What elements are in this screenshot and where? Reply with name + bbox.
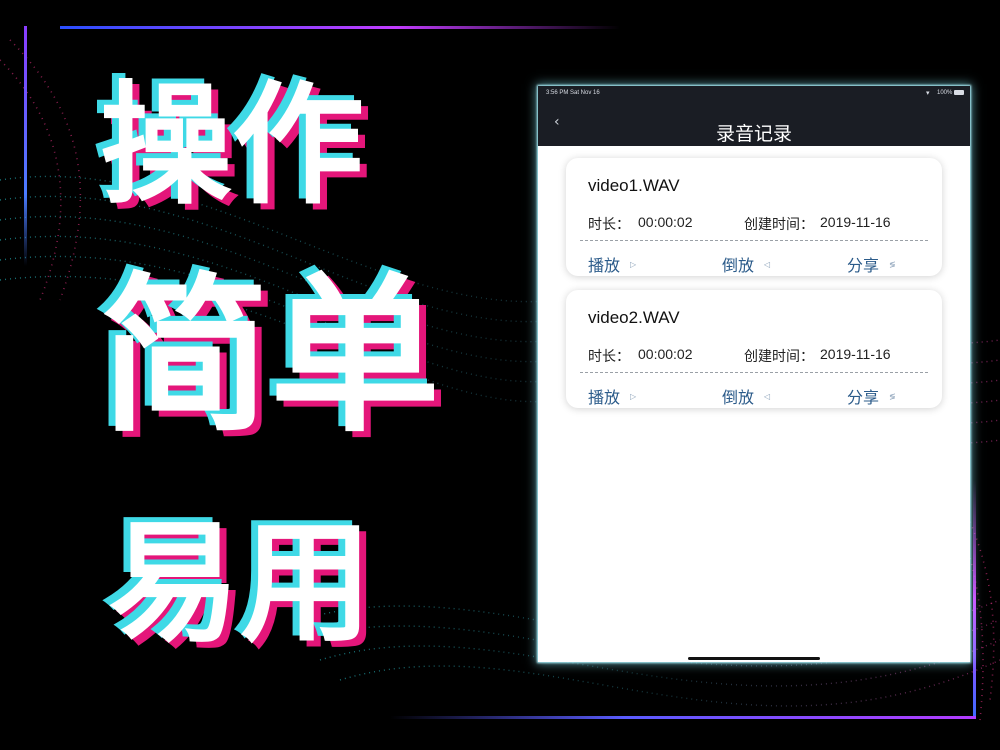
card-divider: [580, 240, 928, 241]
device-screen: 3:56 PM Sat Nov 16 ▾ 100% ‹ 录音记录 video1.…: [538, 86, 970, 662]
duration-value: 00:00:02: [638, 214, 693, 230]
play-icon: ▷: [630, 259, 637, 269]
promo-headline-2: 简单: [100, 258, 441, 456]
share-button[interactable]: 分享 ≶: [847, 252, 896, 276]
recording-name: video2.WAV: [588, 308, 680, 327]
promo-headline-1: 操作: [100, 69, 364, 223]
recording-name: video1.WAV: [588, 176, 680, 195]
status-date: Sat Nov 16: [570, 90, 600, 96]
share-button-label: 分享: [847, 388, 880, 407]
created-label: 创建时间：: [744, 349, 814, 365]
reverse-play-icon: ◁: [764, 391, 771, 401]
home-indicator[interactable]: [688, 657, 820, 660]
reverse-play-icon: ◁: [764, 259, 771, 269]
frame-line-bottom: [390, 716, 976, 719]
play-button-label: 播放: [588, 388, 621, 407]
frame-line-top: [60, 26, 620, 29]
frame-line-left: [24, 26, 27, 266]
created-value: 2019-11-16: [820, 214, 891, 230]
status-bar: 3:56 PM Sat Nov 16 ▾ 100%: [538, 86, 970, 100]
promo-headline-3: 易用: [108, 507, 372, 661]
page-title: 录音记录: [715, 123, 792, 145]
duration-label: 时长：: [588, 349, 630, 365]
status-time: 3:56 PM: [546, 90, 569, 96]
duration-value: 00:00:02: [638, 346, 693, 362]
recording-list: video1.WAV 时长： 00:00:02 创建时间： 2019-11-16…: [538, 146, 970, 662]
share-button-label: 分享: [847, 256, 880, 275]
play-button[interactable]: 播放 ▷: [588, 384, 636, 408]
recording-card: video2.WAV 时长： 00:00:02 创建时间： 2019-11-16…: [566, 290, 942, 408]
play-icon: ▷: [630, 391, 637, 401]
reverse-play-button-label: 倒放: [722, 256, 755, 275]
reverse-play-button-label: 倒放: [722, 388, 755, 407]
play-button[interactable]: 播放 ▷: [588, 252, 636, 276]
nav-bar: ‹ 录音记录: [538, 100, 970, 146]
recording-card: video1.WAV 时长： 00:00:02 创建时间： 2019-11-16…: [566, 158, 942, 276]
created-value: 2019-11-16: [820, 346, 891, 362]
duration-label: 时长：: [588, 217, 630, 233]
created-label: 创建时间：: [744, 217, 814, 233]
battery-percent: 100%: [937, 90, 953, 96]
share-icon: ≶: [889, 259, 896, 269]
battery-icon: [954, 90, 964, 95]
play-button-label: 播放: [588, 256, 621, 275]
card-divider: [580, 372, 928, 373]
reverse-play-button[interactable]: 倒放 ◁: [722, 384, 770, 408]
share-button[interactable]: 分享 ≶: [847, 384, 896, 408]
wifi-icon: ▾: [926, 90, 930, 97]
frame-line-right: [973, 480, 976, 718]
reverse-play-button[interactable]: 倒放 ◁: [722, 252, 770, 276]
share-icon: ≶: [889, 391, 896, 401]
